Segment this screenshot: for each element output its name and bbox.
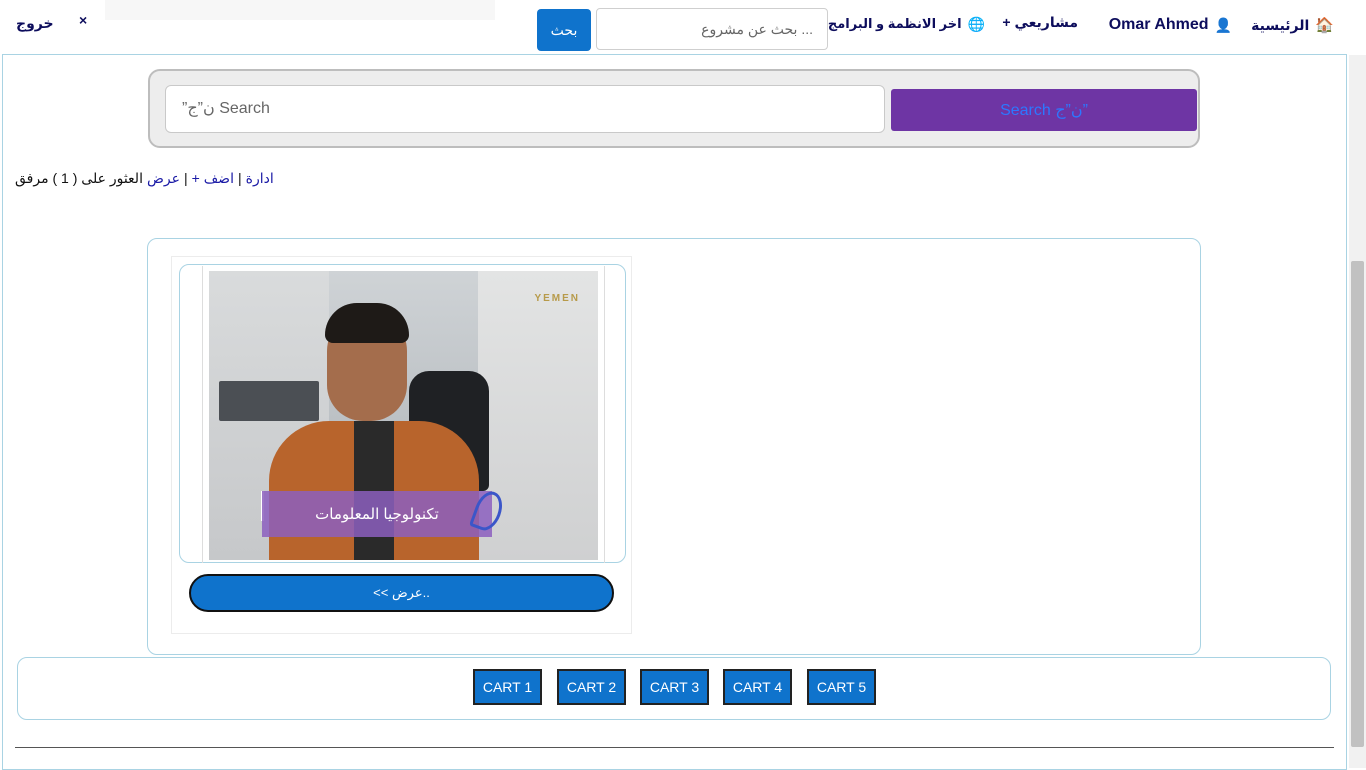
globe-icon: 🌐 — [967, 15, 985, 32]
home-icon: 🏠 — [1315, 17, 1334, 34]
navbar-placeholder-strip — [105, 0, 495, 20]
nav-logout-link[interactable]: خروج — [16, 12, 54, 34]
view-attachment-button[interactable]: << عرض.. — [189, 574, 614, 612]
nav-projects-link[interactable]: مشاريعي + — [1002, 11, 1078, 33]
nav-projects-label: مشاريعي + — [1002, 13, 1078, 30]
vertical-scrollbar[interactable] — [1349, 55, 1366, 768]
nav-logout-label: خروج — [16, 14, 54, 31]
page-button-5[interactable]: CART 5 — [807, 669, 876, 705]
card-image-inner: YEMEN تكنولوجيا المعلومات — [202, 266, 605, 563]
results-count-text: العثور على ( 1 ) مرفق — [15, 169, 143, 186]
add-link[interactable]: اضف + — [192, 170, 234, 187]
scrollbar-thumb[interactable] — [1351, 261, 1364, 747]
page-button-1[interactable]: CART 1 — [473, 669, 542, 705]
nav-user-name: Omar Ahmed — [1108, 16, 1209, 33]
attachment-thumbnail[interactable]: YEMEN تكنولوجيا المعلومات — [209, 271, 598, 560]
page-button-2[interactable]: CART 2 — [557, 669, 626, 705]
thumb-control-panel — [219, 381, 319, 421]
separator: | — [183, 170, 188, 186]
nav-search-input[interactable] — [596, 8, 828, 50]
view-link[interactable]: عرض — [147, 170, 180, 187]
separator: | — [237, 170, 242, 186]
page-button-4[interactable]: CART 4 — [723, 669, 792, 705]
main-search-input[interactable] — [165, 85, 885, 133]
gallery-panel: YEMEN تكنولوجيا المعلومات << عرض.. — [147, 238, 1201, 655]
nav-latest-link[interactable]: 🌐 اخر الانظمة و البرامج — [828, 13, 985, 35]
thumb-person-hair — [325, 303, 409, 343]
page-button-3[interactable]: CART 3 — [640, 669, 709, 705]
user-icon: 👤 — [1214, 16, 1232, 33]
results-info-line: ادارة | اضف + | عرض العثور على ( 1 ) مرف… — [15, 168, 274, 188]
nav-latest-label: اخر الانظمة و البرامج — [827, 16, 962, 31]
top-navbar: 🏠 الرئيسية 👤 Omar Ahmed مشاريعي + 🌐 اخر … — [0, 0, 1366, 54]
search-panel: Search ن”ج” — [148, 69, 1200, 148]
attachment-card: YEMEN تكنولوجيا المعلومات << عرض.. — [171, 256, 632, 634]
nav-home-link[interactable]: 🏠 الرئيسية — [1251, 14, 1334, 36]
nav-search-button[interactable]: بحث — [537, 9, 591, 51]
nav-user-link[interactable]: 👤 Omar Ahmed — [1109, 14, 1232, 36]
manage-link[interactable]: ادارة — [246, 170, 274, 187]
main-search-button[interactable]: Search ن”ج” — [891, 89, 1197, 131]
card-image-frame: YEMEN تكنولوجيا المعلومات — [179, 264, 626, 563]
thumb-caption: تكنولوجيا المعلومات — [262, 491, 492, 537]
footer-divider — [15, 747, 1334, 748]
nav-home-label: الرئيسية — [1251, 16, 1310, 33]
pagination-panel: CART 1 CART 2 CART 3 CART 4 CART 5 — [17, 657, 1331, 720]
close-icon[interactable]: × — [79, 12, 87, 28]
channel-logo: YEMEN — [534, 293, 580, 304]
